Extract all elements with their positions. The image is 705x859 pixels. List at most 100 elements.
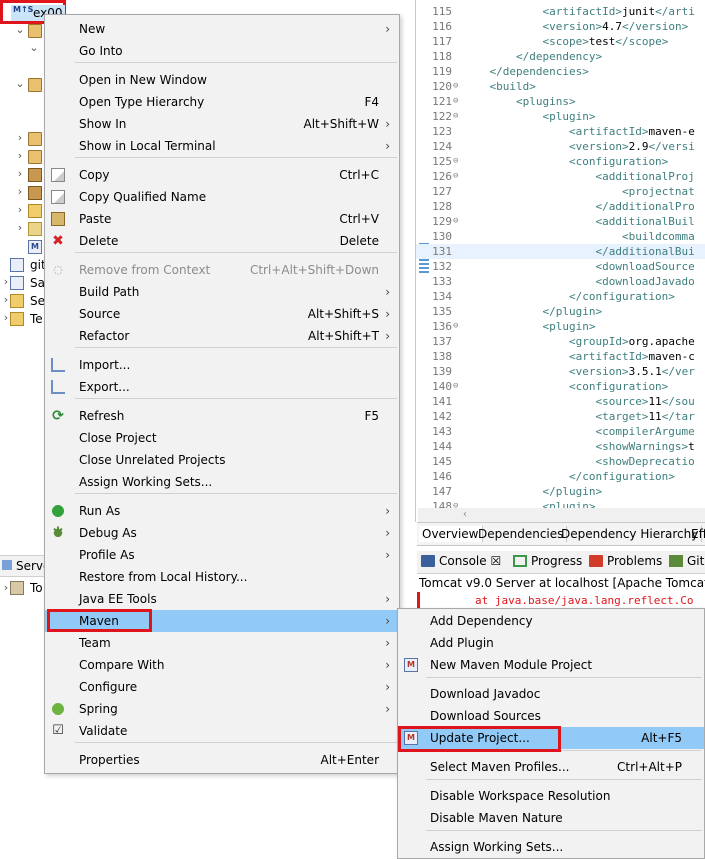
chevron-right-icon[interactable]: ›	[14, 148, 26, 164]
tab-git[interactable]: Git	[669, 554, 704, 568]
tree-row[interactable]: ›	[0, 202, 46, 220]
tab-console[interactable]: Console ☒	[421, 554, 501, 568]
code-line[interactable]: 136 ⊖ <plugin>	[416, 319, 705, 334]
chevron-right-icon[interactable]: ›	[14, 220, 26, 236]
tab-dependency-hierarchy[interactable]: Dependency Hierarchy	[558, 526, 703, 542]
chevron-down-icon[interactable]: ⌄	[14, 76, 26, 92]
server-row[interactable]: › To	[0, 578, 46, 598]
code-line[interactable]: 129 ⊖ <additionalBuil	[416, 214, 705, 229]
tree-row[interactable]: ›	[0, 148, 46, 166]
menu-item-show-in[interactable]: Show In Alt+Shift+W ›	[45, 113, 399, 135]
fold-toggle-icon[interactable]: ⊖	[453, 169, 463, 184]
menu-item-remove-from-context[interactable]: ◌ Remove from Context Ctrl+Alt+Shift+Down	[45, 259, 399, 281]
menu-item-close-unrelated-projects[interactable]: Close Unrelated Projects	[45, 449, 399, 471]
maven-item-download-sources[interactable]: Download Sources	[398, 705, 704, 727]
code-line[interactable]: 139 <version>3.5.1</ver	[416, 364, 705, 379]
code-line[interactable]: 118 </dependency>	[416, 49, 705, 64]
code-line[interactable]: 135 </plugin>	[416, 304, 705, 319]
tree-row[interactable]: ⌄	[0, 40, 46, 58]
menu-item-paste[interactable]: Paste Ctrl+V	[45, 208, 399, 230]
code-line[interactable]: 125 ⊖ <configuration>	[416, 154, 705, 169]
menu-item-compare-with[interactable]: Compare With ›	[45, 654, 399, 676]
menu-item-source[interactable]: Source Alt+Shift+S ›	[45, 303, 399, 325]
code-line[interactable]: 137 <groupId>org.apache	[416, 334, 705, 349]
code-line[interactable]: 140 ⊖ <configuration>	[416, 379, 705, 394]
maven-item-assign-working-sets[interactable]: Assign Working Sets...	[398, 836, 704, 858]
menu-item-go-into[interactable]: Go Into	[45, 40, 399, 62]
menu-item-assign-working-sets[interactable]: Assign Working Sets...	[45, 471, 399, 493]
fold-toggle-icon[interactable]: ⊖	[453, 319, 463, 334]
code-line[interactable]: 120 ⊖ <build>	[416, 79, 705, 94]
tree-row[interactable]: ⌄	[0, 22, 46, 40]
code-line[interactable]: 119 </dependencies>	[416, 64, 705, 79]
chevron-down-icon[interactable]: ⌄	[14, 22, 26, 38]
code-line[interactable]: 143 <compilerArgume	[416, 424, 705, 439]
tab-dependencies[interactable]: Dependencies	[475, 526, 568, 542]
code-line[interactable]: 124 <version>2.9</versi	[416, 139, 705, 154]
menu-item-close-project[interactable]: Close Project	[45, 427, 399, 449]
maven-item-disable-workspace-resolution[interactable]: Disable Workspace Resolution	[398, 785, 704, 807]
maven-item-select-maven-profiles[interactable]: Select Maven Profiles... Ctrl+Alt+P	[398, 756, 704, 778]
code-line[interactable]: 141 <source>11</sou	[416, 394, 705, 409]
code-line[interactable]: 126 ⊖ <additionalProj	[416, 169, 705, 184]
code-line[interactable]: 133 <downloadJavado	[416, 274, 705, 289]
servers-tab[interactable]: Serve	[0, 555, 50, 577]
menu-item-refresh[interactable]: ⟳ Refresh F5	[45, 405, 399, 427]
menu-item-debug-as[interactable]: ✱ Debug As ›	[45, 522, 399, 544]
code-line[interactable]: 127 <projectnat	[416, 184, 705, 199]
pom-editor[interactable]: 115 <artifactId>junit</arti 116 <version>…	[415, 0, 705, 522]
code-line[interactable]: 142 <target>11</tar	[416, 409, 705, 424]
fold-toggle-icon[interactable]: ⊖	[453, 94, 463, 109]
chevron-right-icon[interactable]: ›	[14, 184, 26, 200]
code-line[interactable]: 116 <version>4.7</version>	[416, 19, 705, 34]
menu-item-spring[interactable]: Spring ›	[45, 698, 399, 720]
tree-row[interactable]: git	[0, 256, 46, 274]
maven-item-add-plugin[interactable]: Add Plugin	[398, 632, 704, 654]
menu-item-delete[interactable]: ✖ Delete Delete	[45, 230, 399, 252]
menu-item-java-ee-tools[interactable]: Java EE Tools ›	[45, 588, 399, 610]
menu-item-open-in-new-window[interactable]: Open in New Window	[45, 69, 399, 91]
menu-item-show-in-local-terminal[interactable]: Show in Local Terminal ›	[45, 135, 399, 157]
menu-item-copy[interactable]: Copy Ctrl+C	[45, 164, 399, 186]
maven-item-disable-maven-nature[interactable]: Disable Maven Nature	[398, 807, 704, 829]
code-line[interactable]: 117 <scope>test</scope>	[416, 34, 705, 49]
tab-problems[interactable]: Problems	[589, 554, 662, 568]
code-line[interactable]: 123 <artifactId>maven-e	[416, 124, 705, 139]
fold-toggle-icon[interactable]: ⊖	[453, 154, 463, 169]
code-line[interactable]: 128 </additionalPro	[416, 199, 705, 214]
menu-item-new[interactable]: New ›	[45, 18, 399, 40]
menu-item-import[interactable]: Import...	[45, 354, 399, 376]
fold-toggle-icon[interactable]: ⊖	[453, 109, 463, 124]
code-line[interactable]: 138 <artifactId>maven-c	[416, 349, 705, 364]
menu-item-copy-qualified-name[interactable]: Copy Qualified Name	[45, 186, 399, 208]
tree-row[interactable]: › Se	[0, 292, 46, 310]
code-line[interactable]: 145 <showDeprecatio	[416, 454, 705, 469]
code-line[interactable]: 134 </configuration>	[416, 289, 705, 304]
menu-item-build-path[interactable]: Build Path ›	[45, 281, 399, 303]
code-line[interactable]: 132 <downloadSource	[416, 259, 705, 274]
menu-item-configure[interactable]: Configure ›	[45, 676, 399, 698]
menu-item-team[interactable]: Team ›	[45, 632, 399, 654]
tree-row[interactable]: › Te	[0, 310, 46, 328]
menu-item-open-type-hierarchy[interactable]: Open Type Hierarchy F4	[45, 91, 399, 113]
menu-item-export[interactable]: Export...	[45, 376, 399, 398]
code-line[interactable]: 147 </plugin>	[416, 484, 705, 499]
tree-row[interactable]: ⌄	[0, 76, 46, 94]
tree-row[interactable]: M	[0, 238, 46, 256]
fold-toggle-icon[interactable]: ⊖	[453, 214, 463, 229]
tree-row[interactable]: ›	[0, 130, 46, 148]
maven-item-add-dependency[interactable]: Add Dependency	[398, 610, 704, 632]
menu-item-refactor[interactable]: Refactor Alt+Shift+T ›	[45, 325, 399, 347]
code-line[interactable]: 131 </additionalBui	[416, 244, 705, 259]
tab-effective-pom[interactable]: Eff	[688, 526, 705, 542]
code-line[interactable]: 144 <showWarnings>t	[416, 439, 705, 454]
tree-row[interactable]: ›	[0, 220, 46, 238]
tree-row[interactable]: ›	[0, 166, 46, 184]
code-line[interactable]: 115 <artifactId>junit</arti	[416, 4, 705, 19]
code-line[interactable]: 122 ⊖ <plugin>	[416, 109, 705, 124]
tree-row[interactable]: › Sa	[0, 274, 46, 292]
fold-toggle-icon[interactable]: ⊖	[453, 79, 463, 94]
maven-item-new-maven-module-project[interactable]: M New Maven Module Project	[398, 654, 704, 676]
tab-overview[interactable]: Overview	[419, 526, 483, 542]
horizontal-scrollbar[interactable]: ‹	[418, 508, 705, 522]
